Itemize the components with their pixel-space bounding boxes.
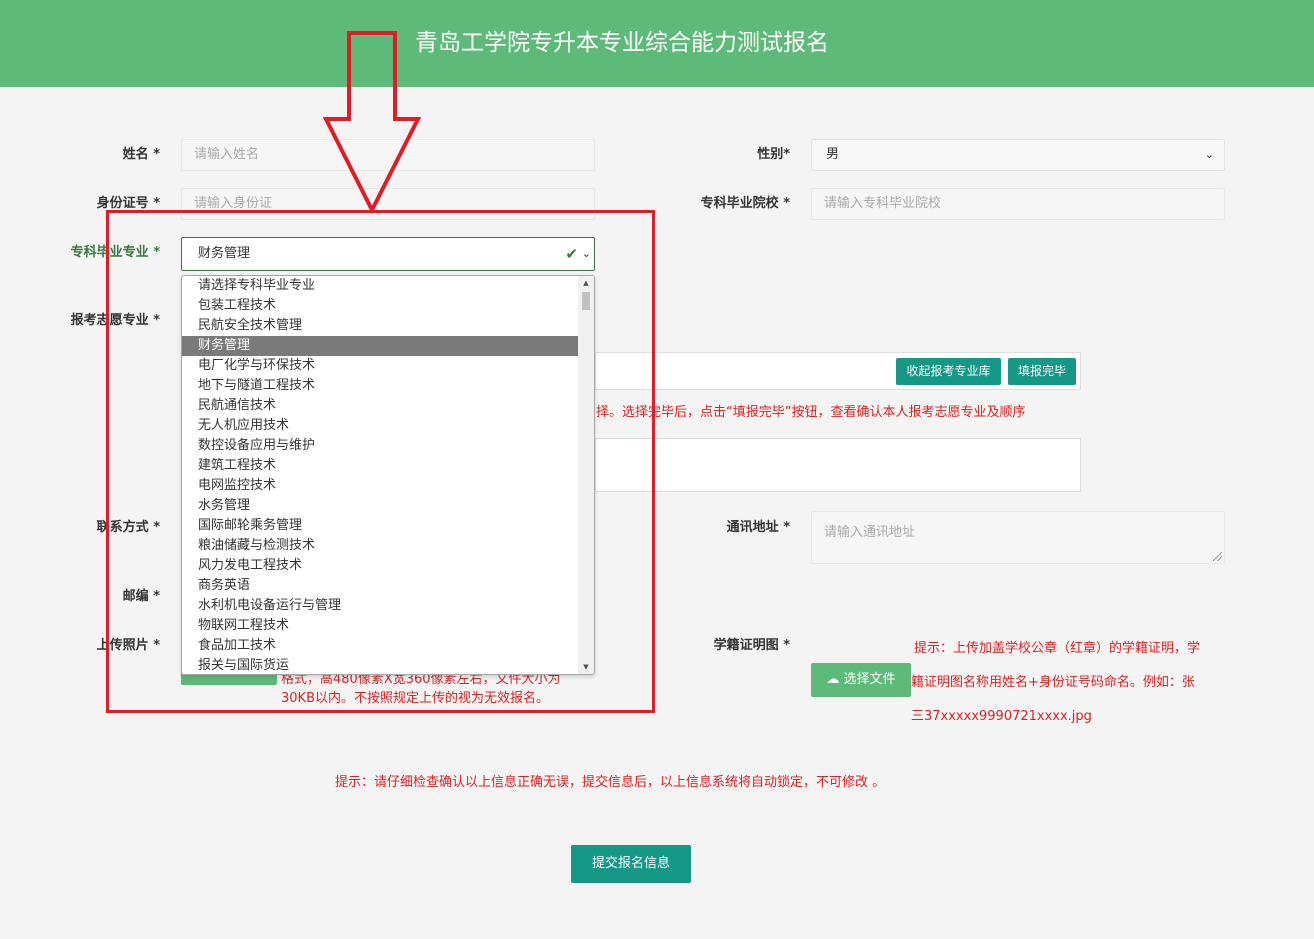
choose-file-button[interactable]: ☁ 选择文件 [811, 663, 911, 697]
cert-label: 学籍证明图 * [713, 638, 790, 653]
lock-notice: 提示：请仔细检查确认以上信息正确无误，提交信息后，以上信息系统将自动锁定，不可修… [335, 775, 886, 790]
college-label: 专科毕业院校 * [700, 196, 790, 211]
page-header: 青岛工学院专升本专业综合能力测试报名 [0, 0, 1314, 87]
collapse-major-library-button[interactable]: 收起报考专业库 [896, 358, 1001, 385]
annotation-rectangle [106, 210, 655, 713]
apply-hint: 择。选择完毕后，点击“填报完毕”按钮，查看确认本人报考志愿专业及顺序 [596, 405, 1026, 420]
apply-major-box: 收起报考专业库 填报完毕 [595, 352, 1081, 390]
address-label: 通讯地址 * [726, 520, 790, 535]
chevron-down-icon: ⌄ [1204, 148, 1214, 161]
address-textarea[interactable]: 请输入通讯地址 [811, 511, 1225, 564]
college-input[interactable]: 请输入专科毕业院校 [811, 188, 1225, 220]
submit-button[interactable]: 提交报名信息 [571, 845, 691, 883]
address-placeholder: 请输入通讯地址 [824, 525, 916, 540]
cert-hint-line2: 籍证明图名称用姓名+身份证号码命名。例如：张 [911, 675, 1195, 690]
resize-handle-icon[interactable] [1213, 552, 1222, 561]
choose-file-label: 选择文件 [843, 672, 896, 687]
cloud-upload-icon: ☁ [826, 672, 840, 687]
gender-label: 性别* [757, 147, 790, 162]
cert-hint-line1: 提示：上传加盖学校公章（红章）的学籍证明，学 [914, 641, 1201, 656]
cert-hint-line3: 三37xxxxx9990721xxxx.jpg [911, 709, 1092, 724]
gender-select[interactable]: 男 ⌄ [811, 139, 1225, 171]
apply-order-box [595, 438, 1081, 492]
gender-value: 男 [826, 147, 840, 162]
annotation-arrow-icon [322, 31, 422, 215]
finish-filling-button[interactable]: 填报完毕 [1008, 358, 1076, 385]
name-label: 姓名 * [122, 147, 160, 162]
page-title: 青岛工学院专升本专业综合能力测试报名 [415, 30, 829, 56]
